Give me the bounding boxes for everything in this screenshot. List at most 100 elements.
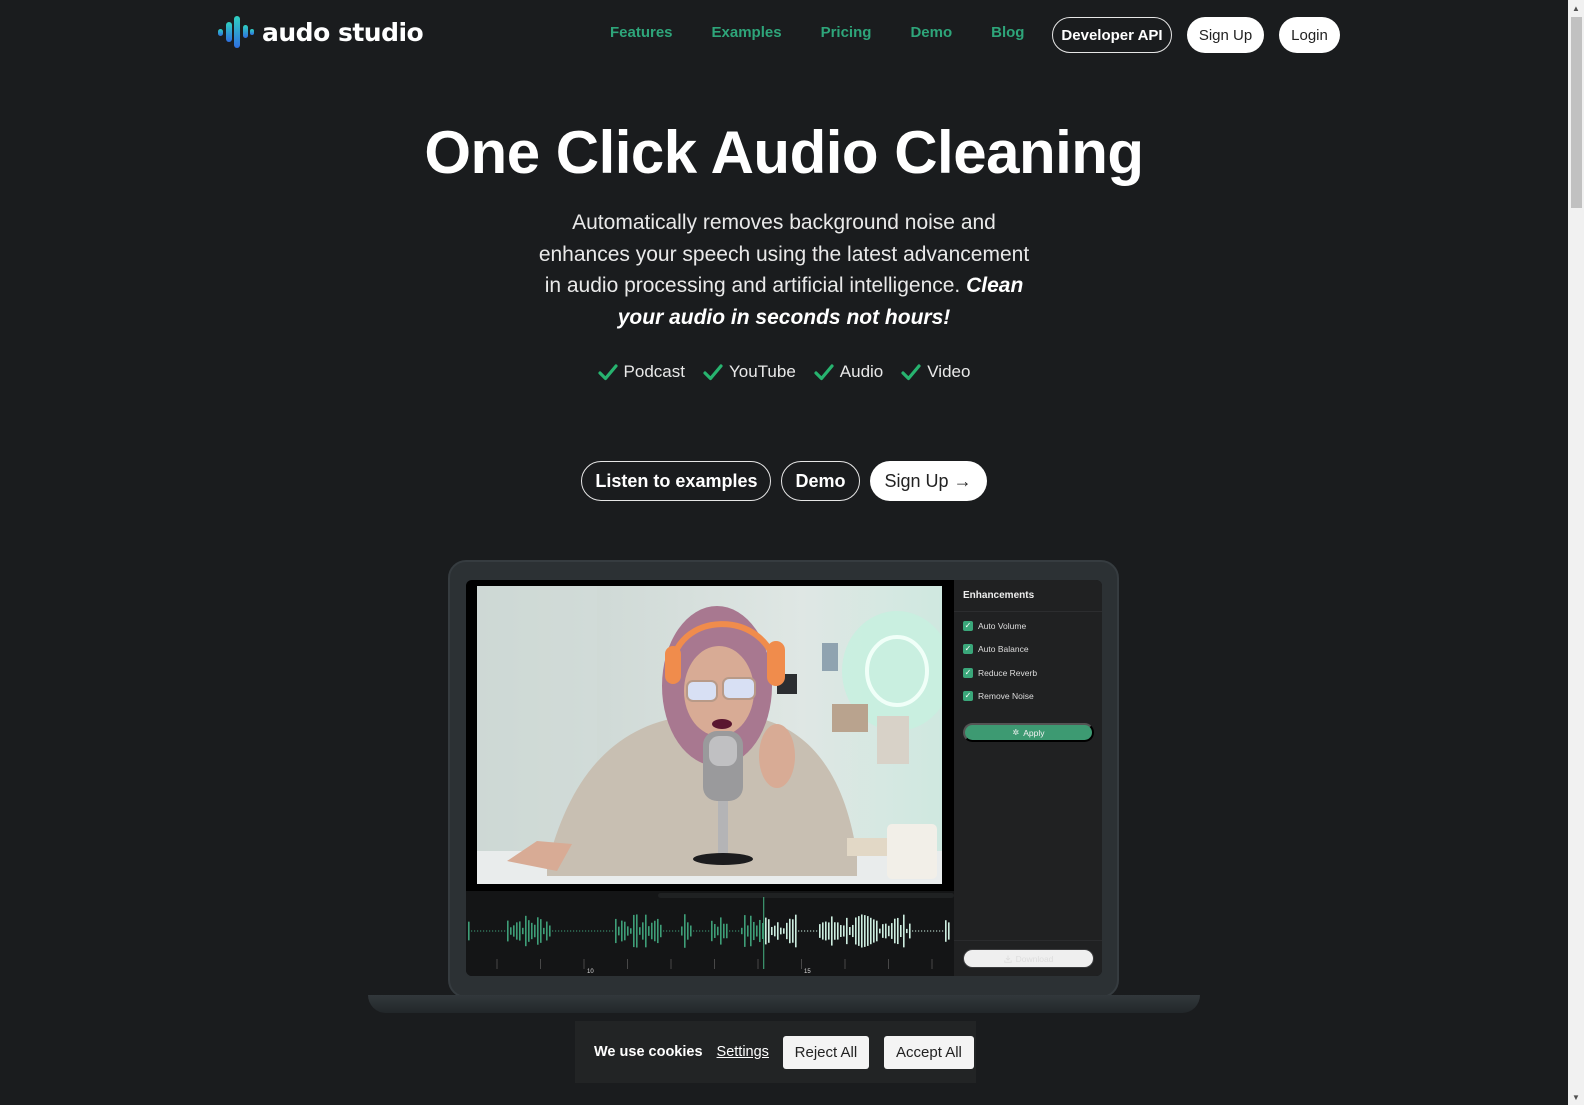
waveform-bar [849,927,851,935]
waveform-bar [654,920,656,942]
hero-subtitle-text: Automatically removes background noise a… [538,211,1030,297]
waveform-bar [888,925,890,937]
checkbox-checked-icon[interactable]: ✓ [963,668,973,678]
waveform-bar [819,924,821,938]
accept-all-button[interactable]: Accept All [883,1035,974,1069]
waveform-bar [540,919,542,943]
waveform-bar [489,930,491,932]
waveform-bar [786,922,788,940]
waveform-bar [564,930,566,932]
waveform-bar [600,930,602,932]
option-label: Reduce Reverb [978,668,1038,678]
waveform-bar [576,930,578,932]
waveform-bar [915,930,917,932]
hero-sign-up-button[interactable]: Sign Up → [869,461,987,501]
waveform-bar [588,930,590,932]
waveform-bar [684,914,686,948]
waveform-bar [756,925,758,937]
scroll-down-arrow-icon[interactable]: ▼ [1568,1089,1584,1105]
listen-to-examples-button[interactable]: Listen to examples [581,461,772,501]
download-button[interactable]: Download [963,949,1094,968]
option-auto-balance[interactable]: ✓ Auto Balance [963,644,1029,654]
laptop-base [368,995,1200,1013]
waveform-bar [555,930,557,932]
waveform-bar [645,914,647,948]
waveform-timeline[interactable]: 10 15 [466,891,954,976]
option-remove-noise[interactable]: ✓ Remove Noise [963,691,1034,701]
checkbox-checked-icon[interactable]: ✓ [963,691,973,701]
top-nav: audo studio Features Examples Pricing De… [0,0,1568,70]
waveform-bar [912,930,914,932]
waveform-bar [876,920,878,942]
waveform-bar [861,914,863,948]
waveform-bar [864,915,866,947]
waveform-bar [666,930,668,932]
waveform-bar [924,930,926,932]
waveform-bar [468,921,470,941]
timeline-label-15: 15 [804,969,811,975]
waveform-bar [726,923,728,939]
checkmark-icon [597,364,618,381]
nav-link-demo[interactable]: Demo [910,24,952,41]
scrollbar-thumb[interactable] [1571,17,1582,208]
use-case-label: YouTube [728,362,796,381]
reject-all-button[interactable]: Reject All [782,1035,869,1069]
nav-link-blog[interactable]: Blog [991,24,1024,41]
waveform-bar [813,930,815,932]
waveform-bar [765,917,767,945]
waveform-bar [585,930,587,932]
waveform-bar [660,924,662,938]
waveform-bar [939,930,941,932]
waveform-bar [519,921,521,941]
option-label: Remove Noise [978,691,1034,701]
waveform-bar [525,915,527,947]
logo[interactable]: audo studio [218,16,424,48]
waveform-bar [858,916,860,946]
waveform-bar [690,925,692,937]
option-label: Auto Volume [978,621,1027,631]
magic-wand-icon: ✲ [1012,728,1020,737]
checkmark-icon [703,364,723,381]
podcaster-illustration [477,586,942,884]
waveform-bar [480,930,482,932]
nav-sign-up-button[interactable]: Sign Up [1187,17,1264,53]
cookie-settings-link[interactable]: Settings [717,1044,769,1060]
waveform-bar [501,930,503,932]
option-auto-volume[interactable]: ✓ Auto Volume [963,621,1026,631]
waveform-bar [594,930,596,932]
nav-link-examples[interactable]: Examples [712,24,782,41]
use-case-video: Video [901,362,970,382]
sign-up-label: Sign Up [884,470,949,491]
checkbox-checked-icon[interactable]: ✓ [963,621,973,631]
waveform-bar [675,930,677,932]
video-player [466,580,954,891]
login-button[interactable]: Login [1279,17,1340,53]
waveform-bar [549,925,551,937]
waveform-bar [768,919,770,943]
waveform-bar [885,923,887,939]
logo-waveform-icon [218,16,254,48]
option-label: Auto Balance [978,644,1029,654]
option-reduce-reverb[interactable]: ✓ Reduce Reverb [963,668,1037,678]
apply-button[interactable]: ✲ Apply [963,723,1094,742]
scroll-up-arrow-icon[interactable]: ▲ [1568,0,1584,16]
nav-link-pricing[interactable]: Pricing [821,24,872,41]
waveform-bar [714,924,716,938]
waveform-bar [834,922,836,940]
waveform-bar [510,927,512,935]
waveform-bar [738,930,740,932]
waveform-bar [711,920,713,942]
demo-button[interactable]: Demo [781,461,860,501]
waveform-bar [774,925,776,937]
waveform-bar [648,926,650,936]
waveform-bar [747,925,749,937]
developer-api-button[interactable]: Developer API [1052,17,1172,53]
checkbox-checked-icon[interactable]: ✓ [963,644,973,654]
waveform-bar [780,927,782,935]
waveform-bar [633,914,635,948]
waveform-bar [615,918,617,944]
waveform-bar [672,930,674,932]
waveform-bar [852,924,854,938]
nav-link-features[interactable]: Features [610,24,673,41]
page-scrollbar[interactable]: ▲ ▼ [1568,0,1584,1105]
